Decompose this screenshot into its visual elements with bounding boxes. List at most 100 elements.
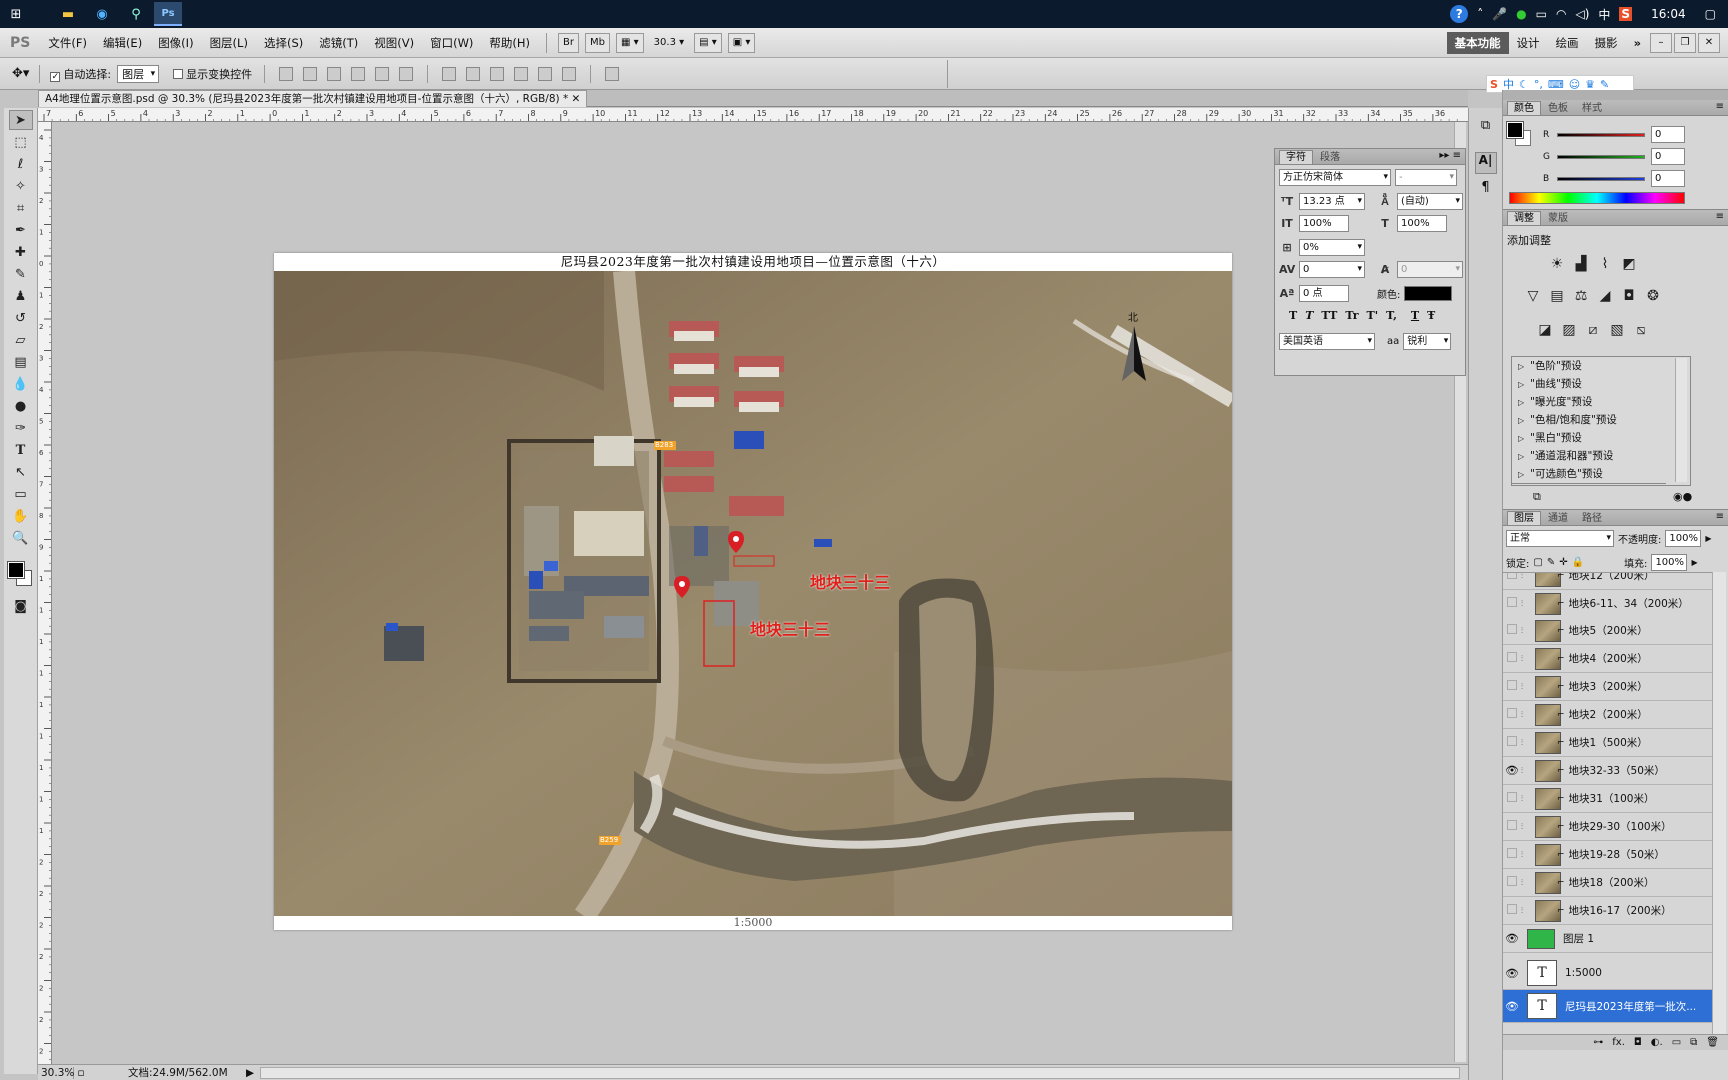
ime-user-icon[interactable]: ☺ — [1569, 78, 1580, 91]
microphone-icon[interactable]: 🎤 — [1492, 7, 1507, 21]
expand-arrow-icon[interactable]: ▷ — [1518, 398, 1524, 407]
parcel-label-a[interactable]: 地块三十三 — [810, 569, 890, 593]
invert-icon[interactable]: ◪ — [1535, 322, 1555, 342]
horizontal-scrollbar[interactable] — [260, 1066, 1460, 1079]
threshold-icon[interactable]: ⧄ — [1583, 322, 1603, 342]
eyedropper-tool-icon[interactable]: ✒ — [9, 220, 33, 240]
photo-filter-icon[interactable]: ◘ — [1619, 288, 1639, 308]
layer-style-icon[interactable]: fx. — [1612, 1037, 1625, 1048]
faux-bold-button[interactable]: T — [1289, 309, 1297, 322]
screen-mode-button[interactable]: ▣ ▾ — [727, 32, 756, 53]
pen-tool-icon[interactable]: ✑ — [9, 418, 33, 438]
notification-icon[interactable]: ▢ — [1705, 7, 1716, 21]
ime-punct-icon[interactable]: °, — [1534, 78, 1543, 91]
all-caps-button[interactable]: TT — [1321, 309, 1337, 322]
history-brush-tool-icon[interactable]: ↺ — [9, 308, 33, 328]
document-canvas[interactable]: 尼玛县2023年度第一批次村镇建设用地项目—位置示意图（十六） 地块三十三 地块… — [274, 253, 1232, 930]
tab-adjustments[interactable]: 调整 — [1507, 211, 1541, 225]
lock-transparent-icon[interactable]: ▢ — [1533, 557, 1542, 568]
shape-tool-icon[interactable]: ▭ — [9, 484, 33, 504]
underline-button[interactable]: T — [1411, 309, 1419, 322]
distribute-right-icon[interactable] — [562, 66, 577, 81]
fill-slider-arrow-icon[interactable]: ▶ — [1691, 558, 1697, 567]
eye-icon[interactable]: 👁 — [1503, 967, 1521, 980]
menu-help[interactable]: 帮助(H) — [481, 35, 538, 51]
auto-select-checkbox[interactable]: ✓ 自动选择: — [50, 66, 111, 82]
tab-character[interactable]: 字符 — [1279, 150, 1313, 164]
photoshop-taskbar-icon[interactable]: Ps — [154, 2, 182, 26]
channel-value-field[interactable]: 0 — [1651, 148, 1685, 165]
color-panel-menu-icon[interactable]: ≡ — [1716, 101, 1724, 112]
distribute-top-icon[interactable] — [442, 66, 457, 81]
eye-icon[interactable]: 👁 — [1503, 1000, 1521, 1013]
workspace-more-button[interactable]: » — [1626, 33, 1649, 53]
layer-row[interactable]: ⫶ ⌐ 地块3（200米） — [1503, 673, 1712, 701]
language-select[interactable]: 美国英语 — [1279, 333, 1375, 350]
hue-saturation-icon[interactable]: ▤ — [1547, 288, 1567, 308]
subscript-button[interactable]: T, — [1386, 309, 1397, 322]
bridge-button[interactable]: Br — [558, 32, 580, 53]
visibility-toggle[interactable] — [1503, 708, 1521, 721]
minimize-button[interactable]: – — [1650, 32, 1672, 53]
tab-styles[interactable]: 样式 — [1575, 101, 1609, 115]
layers-panel-menu-icon[interactable]: ≡ — [1716, 511, 1724, 522]
wechat-icon[interactable]: ● — [1516, 7, 1526, 21]
font-style-select[interactable]: - — [1395, 169, 1457, 186]
leading-field[interactable]: (自动) — [1397, 193, 1463, 210]
vibrance-icon[interactable]: ▽ — [1523, 288, 1543, 308]
ruler-top[interactable]: 7 6 5 4 3 2 1 0 1 2 3 4 5 6 7 8 9 10 11 12 13 14 15 16 17 18 19 20 2… — [38, 108, 1468, 122]
distribute-hcenter-icon[interactable] — [538, 66, 553, 81]
status-menu-arrow-icon[interactable]: ▶ — [246, 1067, 254, 1079]
visibility-toggle[interactable] — [1503, 573, 1521, 582]
clone-stamp-tool-icon[interactable]: ♟ — [9, 286, 33, 306]
new-group-icon[interactable]: ▭ — [1672, 1037, 1681, 1048]
status-zoom[interactable]: 30.3% — [38, 1066, 74, 1079]
faux-italic-button[interactable]: T — [1305, 309, 1313, 322]
gradient-map-icon[interactable]: ▧ — [1607, 322, 1627, 342]
visibility-toggle[interactable] — [1503, 736, 1521, 749]
battery-icon[interactable]: ▭ — [1536, 7, 1547, 21]
menu-view[interactable]: 视图(V) — [366, 35, 422, 51]
visibility-toggle[interactable] — [1503, 876, 1521, 889]
layer-row[interactable]: ⫶ ⌐ 地块1（500米） — [1503, 729, 1712, 757]
blend-mode-select[interactable]: 正常 — [1506, 530, 1614, 547]
satellite-map-image[interactable]: 地块三十三 地块三十三 北 B283 B259 — [274, 271, 1232, 916]
brightness-contrast-icon[interactable]: ☀ — [1547, 256, 1567, 276]
arrange-documents-button[interactable]: ▤ ▾ — [694, 32, 722, 53]
visibility-toggle[interactable] — [1503, 597, 1521, 610]
text-color-swatch[interactable] — [1404, 286, 1453, 301]
antialias-select[interactable]: 锐利 — [1403, 333, 1452, 350]
mini-bridge-button[interactable]: Mb — [585, 32, 611, 53]
horizontal-scale-field[interactable]: 100% — [1397, 215, 1447, 232]
visibility-toggle[interactable] — [1503, 652, 1521, 665]
lock-position-icon[interactable]: ✛ — [1559, 557, 1567, 568]
adjust-visibility-icon[interactable]: ◉● — [1673, 490, 1692, 503]
zoom-level-select[interactable]: 30.3 ▾ — [650, 33, 688, 53]
opacity-field[interactable]: 100% — [1665, 530, 1702, 547]
tab-masks[interactable]: 蒙版 — [1541, 211, 1575, 225]
expand-arrow-icon[interactable]: ▷ — [1518, 362, 1524, 371]
search-tool-icon[interactable]: ⚲ — [122, 2, 150, 26]
workspace-painting[interactable]: 绘画 — [1548, 32, 1587, 54]
eye-icon[interactable]: 👁 — [1503, 764, 1521, 777]
visibility-toggle[interactable] — [1503, 904, 1521, 917]
small-caps-button[interactable]: Tr — [1345, 309, 1358, 322]
adjustment-preset-item[interactable]: ▷ "色阶"预设 — [1512, 357, 1666, 376]
tsume-field[interactable]: 0% — [1299, 239, 1365, 256]
visibility-toggle[interactable] — [1503, 680, 1521, 693]
hand-tool-icon[interactable]: ✋ — [9, 506, 33, 526]
chevron-up-icon[interactable]: ˄ — [1477, 7, 1483, 21]
tab-swatches[interactable]: 色板 — [1541, 101, 1575, 115]
blur-tool-icon[interactable]: 💧 — [9, 374, 33, 394]
gradient-tool-icon[interactable]: ▤ — [9, 352, 33, 372]
text-layer-row[interactable]: 👁 T 1:5000 — [1503, 957, 1712, 990]
input-language[interactable]: 中 — [1598, 6, 1610, 23]
browser-icon[interactable]: ◉ — [88, 2, 116, 26]
font-size-field[interactable]: 13.23 点 — [1299, 193, 1365, 210]
color-balance-icon[interactable]: ⚖ — [1571, 288, 1591, 308]
quick-select-tool-icon[interactable]: ✧ — [9, 176, 33, 196]
quick-mask-icon[interactable]: ◙ — [9, 596, 33, 616]
layer-row[interactable]: ⫶ ⌐ 地块18（200米） — [1503, 869, 1712, 897]
align-left-icon[interactable] — [351, 66, 366, 81]
move-tool-icon[interactable]: ➤ — [8, 110, 33, 130]
